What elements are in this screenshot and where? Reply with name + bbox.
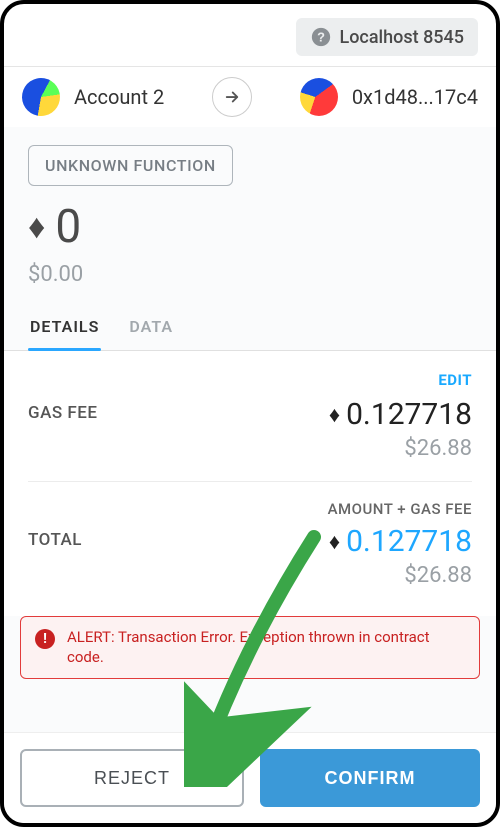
reject-button[interactable]: REJECT xyxy=(20,749,244,807)
edit-link[interactable]: EDIT xyxy=(28,371,472,389)
tab-details[interactable]: DETAILS xyxy=(30,317,99,350)
svg-text:?: ? xyxy=(317,30,325,45)
amount-block: ♦ 0 $0.00 xyxy=(4,196,496,295)
total-eth: 0.127718 xyxy=(346,524,472,559)
amount-usd: $0.00 xyxy=(28,262,472,287)
avatar-from xyxy=(19,75,63,119)
transaction-confirmation-window: ? Localhost 8545 Account 2 0x1d48...17c4… xyxy=(0,0,500,827)
function-chip: UNKNOWN FUNCTION xyxy=(28,145,233,186)
gas-fee-eth: 0.127718 xyxy=(346,397,472,432)
gas-fee-row: GAS FEE ♦ 0.127718 $26.88 xyxy=(28,389,472,479)
amount-eth: 0 xyxy=(55,200,81,254)
eth-icon: ♦ xyxy=(329,402,340,428)
account-to[interactable]: 0x1d48...17c4 xyxy=(300,78,478,116)
alert-icon: ! xyxy=(35,629,55,649)
confirm-button[interactable]: CONFIRM xyxy=(260,749,480,807)
help-icon: ? xyxy=(310,26,332,48)
total-usd: $26.88 xyxy=(329,563,472,588)
gas-fee-label: GAS FEE xyxy=(28,397,97,423)
network-chip[interactable]: ? Localhost 8545 xyxy=(296,18,479,56)
total-row: TOTAL ♦ 0.127718 $26.88 xyxy=(28,522,472,606)
tab-data[interactable]: DATA xyxy=(129,317,173,350)
avatar-to xyxy=(300,78,338,116)
alert-box: ! ALERT: Transaction Error. Exception th… xyxy=(20,616,480,679)
gas-fee-usd: $26.88 xyxy=(329,436,472,461)
account-to-label: 0x1d48...17c4 xyxy=(352,85,478,109)
account-from-label: Account 2 xyxy=(74,85,164,109)
top-bar: ? Localhost 8545 xyxy=(4,4,496,66)
tabs: DETAILS DATA xyxy=(4,295,496,351)
network-label: Localhost 8545 xyxy=(340,27,465,48)
total-label: TOTAL xyxy=(28,524,82,550)
eth-icon: ♦ xyxy=(329,529,340,555)
divider xyxy=(28,481,472,482)
fee-section: EDIT GAS FEE ♦ 0.127718 $26.88 AMOUNT + … xyxy=(4,351,496,616)
eth-icon: ♦ xyxy=(28,210,45,244)
arrow-right-icon xyxy=(212,77,252,117)
accounts-row: Account 2 0x1d48...17c4 xyxy=(4,67,496,127)
account-from[interactable]: Account 2 xyxy=(22,78,164,116)
alert-text: ALERT: Transaction Error. Exception thro… xyxy=(67,627,465,668)
content-area: UNKNOWN FUNCTION ♦ 0 $0.00 DETAILS DATA … xyxy=(4,127,496,732)
button-row: REJECT CONFIRM xyxy=(4,732,496,823)
total-subhead: AMOUNT + GAS FEE xyxy=(28,500,472,518)
